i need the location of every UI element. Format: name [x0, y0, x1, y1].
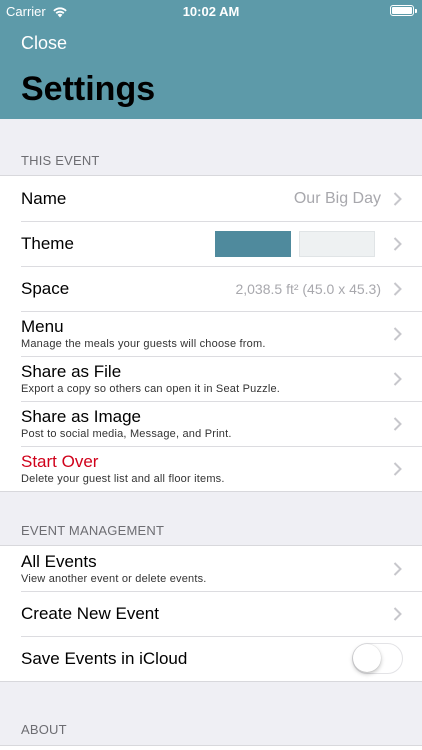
chevron-right-icon [393, 561, 402, 576]
chevron-right-icon [393, 416, 402, 431]
theme-row[interactable]: Theme [0, 221, 422, 266]
status-bar: Carrier 10:02 AM [0, 0, 422, 22]
start-over-row[interactable]: Start Over Delete your guest list and al… [0, 446, 422, 491]
save-in-icloud-row: Save Events in iCloud [0, 636, 422, 681]
share-as-image-row[interactable]: Share as Image Post to social media, Mes… [0, 401, 422, 446]
all-events-row[interactable]: All Events View another event or delete … [0, 546, 422, 591]
navigation-header: Carrier 10:02 AM Close Settings [0, 0, 422, 119]
section-header-event-management: EVENT MANAGEMENT [21, 523, 165, 538]
start-over-label: Start Over [21, 452, 99, 471]
create-new-event-row[interactable]: Create New Event [0, 591, 422, 636]
space-value: 2,038.5 ft² (45.0 x 45.3) [235, 280, 381, 297]
space-label: Space [21, 278, 70, 298]
share-as-file-label: Share as File [21, 362, 122, 381]
name-label: Name [21, 188, 67, 208]
space-row[interactable]: Space 2,038.5 ft² (45.0 x 45.3) [0, 266, 422, 311]
toggle-knob [353, 644, 381, 672]
chevron-right-icon [393, 606, 402, 621]
battery-icon [390, 5, 417, 16]
share-as-image-label: Share as Image [21, 407, 142, 426]
theme-secondary-swatch [299, 230, 375, 257]
close-button[interactable]: Close [21, 33, 67, 54]
chevron-right-icon [393, 281, 402, 296]
event-management-group: All Events View another event or delete … [0, 545, 422, 682]
name-value: Our Big Day [293, 189, 381, 207]
save-in-icloud-label: Save Events in iCloud [21, 648, 188, 668]
share-as-image-subtitle: Post to social media, Message, and Print… [21, 428, 232, 440]
page-title: Settings [21, 70, 156, 108]
icloud-toggle[interactable] [352, 643, 403, 674]
theme-primary-swatch [215, 230, 291, 257]
share-as-file-row[interactable]: Share as File Export a copy so others ca… [0, 356, 422, 401]
start-over-subtitle: Delete your guest list and all floor ite… [21, 473, 225, 485]
theme-label: Theme [21, 233, 74, 253]
about-group [0, 745, 422, 750]
chevron-right-icon [393, 236, 402, 251]
menu-row[interactable]: Menu Manage the meals your guests will c… [0, 311, 422, 356]
menu-subtitle: Manage the meals your guests will choose… [21, 338, 266, 350]
section-header-this-event: THIS EVENT [21, 153, 100, 168]
create-new-event-label: Create New Event [21, 603, 159, 623]
chevron-right-icon [393, 191, 402, 206]
menu-label: Menu [21, 317, 64, 336]
all-events-label: All Events [21, 552, 97, 571]
section-header-about: ABOUT [21, 722, 67, 737]
this-event-group: Name Our Big Day Theme Space 2,038.5 ft²… [0, 175, 422, 492]
all-events-subtitle: View another event or delete events. [21, 573, 207, 585]
share-as-file-subtitle: Export a copy so others can open it in S… [21, 383, 281, 395]
chevron-right-icon [393, 371, 402, 386]
chevron-right-icon [393, 461, 402, 476]
status-time: 10:02 AM [182, 4, 240, 19]
chevron-right-icon [393, 326, 402, 341]
name-row[interactable]: Name Our Big Day [0, 176, 422, 221]
